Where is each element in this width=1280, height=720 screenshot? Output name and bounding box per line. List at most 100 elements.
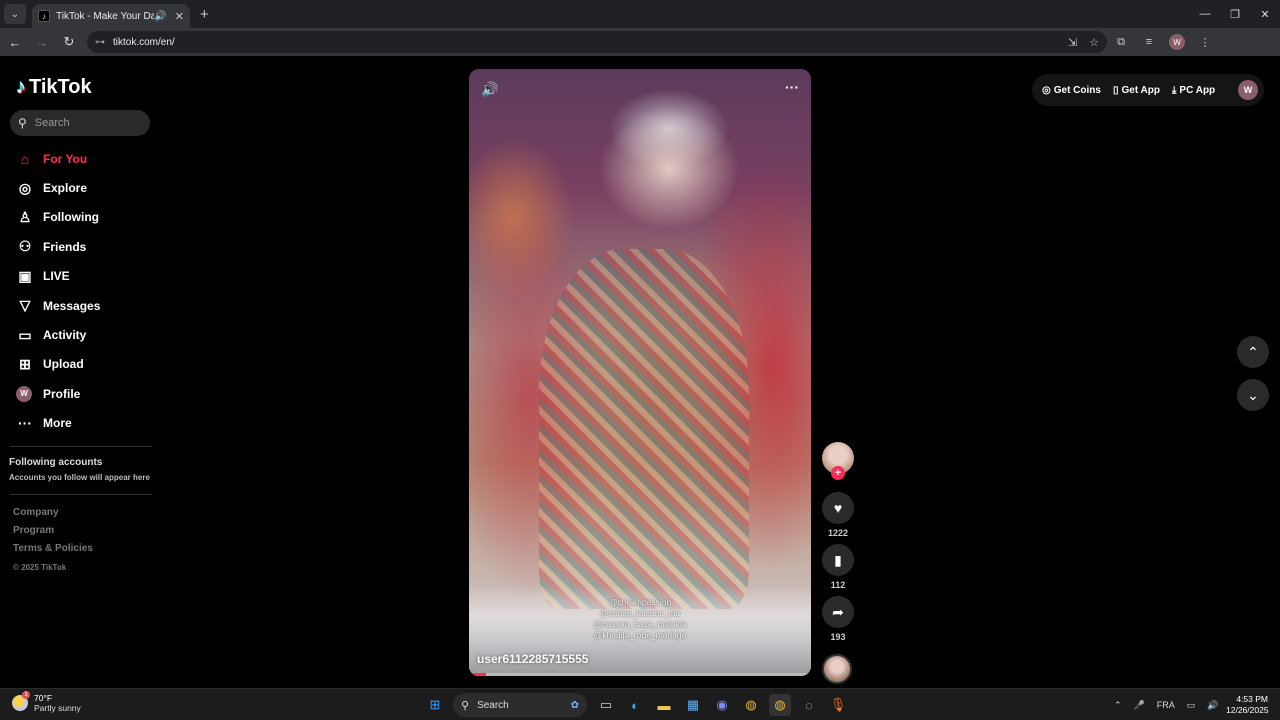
chevron-up-icon: ⌃: [1247, 343, 1259, 360]
taskbar-apps: ⊞ ⚲ Search ✿ ▭ ◐ ▬ ▦ ◉ ◍ ◍ ◌ 🎙: [424, 692, 856, 718]
video-player[interactable]: 🔊 ··· @cheikhpassion @sanae_taleanc_ma @…: [469, 69, 811, 676]
app-icon[interactable]: ◌: [798, 694, 820, 716]
next-video-button[interactable]: ⌄: [1237, 379, 1269, 411]
edge-icon[interactable]: ◐: [624, 694, 646, 716]
save-button[interactable]: ▮: [822, 544, 854, 576]
footer-links: Company Program Terms & Policies © 2025 …: [13, 507, 93, 577]
search-highlight-icon: ✿: [570, 699, 579, 711]
chrome-profile-icon[interactable]: ◍: [769, 694, 791, 716]
like-count: 1222: [827, 528, 849, 538]
sidebar-item-activity[interactable]: ▭ Activity: [0, 320, 160, 349]
weather-widget[interactable]: 1 70°F Partly sunny: [12, 691, 81, 713]
save-count: 112: [830, 580, 846, 590]
extensions-icon[interactable]: ⧉: [1107, 30, 1135, 54]
network-icon[interactable]: ▭: [1187, 700, 1196, 711]
browser-tab[interactable]: ♪ TikTok - Make Your Day 🔊 ✕: [32, 4, 190, 28]
media-control-icon[interactable]: ≡: [1135, 30, 1163, 54]
get-coins-button[interactable]: ◎ Get Coins: [1042, 85, 1101, 96]
sidebar-item-messages[interactable]: ▽ Messages: [0, 291, 160, 320]
music-disc-icon[interactable]: [822, 654, 852, 684]
sidebar-item-label: Messages: [43, 298, 101, 313]
sidebar-item-explore[interactable]: ◎ Explore: [0, 173, 160, 202]
like-button[interactable]: ♥: [822, 492, 854, 524]
footer-link-program[interactable]: Program: [13, 525, 93, 543]
sidebar-item-for-you[interactable]: ⌂ For You: [0, 144, 160, 173]
previous-video-button[interactable]: ⌃: [1237, 336, 1269, 368]
tab-audio-icon[interactable]: 🔊: [154, 11, 166, 22]
browser-menu-icon[interactable]: ⋮: [1191, 30, 1219, 54]
taskbar-clock[interactable]: 4:53 PM 12/26/2025: [1226, 694, 1269, 716]
file-explorer-icon[interactable]: ▬: [653, 694, 675, 716]
follow-plus-icon[interactable]: +: [831, 466, 845, 480]
microphone-app-icon[interactable]: 🎙: [827, 694, 849, 716]
url-text: tiktok.com/en/: [113, 36, 175, 48]
sidebar-nav: ⌂ For You ◎ Explore ♙ Following ⚇ Friend…: [0, 144, 160, 438]
back-button[interactable]: ←: [3, 30, 27, 54]
sidebar-item-label: Profile: [43, 386, 81, 401]
omnibox[interactable]: ⊶ tiktok.com/en/ ⇲ ☆: [87, 31, 1107, 53]
author-avatar[interactable]: +: [822, 442, 854, 480]
taskbar-search[interactable]: ⚲ Search ✿: [453, 693, 587, 717]
overlay-line: @cheikhpassion: [608, 597, 672, 607]
minimize-button[interactable]: —: [1190, 0, 1220, 28]
sidebar-divider: [9, 446, 152, 447]
windows-taskbar: 1 70°F Partly sunny ⊞ ⚲ Search ✿ ▭ ◐ ▬ ▦…: [0, 688, 1280, 720]
restore-button[interactable]: ❐: [1220, 0, 1250, 28]
sidebar-item-profile[interactable]: W Profile: [0, 379, 160, 408]
search-icon: ⚲: [18, 116, 27, 130]
profile-avatar: W: [16, 385, 32, 402]
tiktok-logo[interactable]: ♪ TikTok: [16, 76, 92, 99]
sidebar-item-friends[interactable]: ⚇ Friends: [0, 232, 160, 261]
store-icon[interactable]: ▦: [682, 694, 704, 716]
share-count: 193: [830, 632, 846, 642]
close-window-button[interactable]: ✕: [1250, 0, 1280, 28]
tray-overflow-icon[interactable]: ⌃: [1114, 700, 1122, 711]
bookmark-star-icon[interactable]: ☆: [1089, 36, 1099, 49]
copyright: © 2025 TikTok: [13, 563, 67, 572]
compass-icon: ◎: [18, 179, 32, 196]
tiktok-page: ♪ TikTok ⚲ Search ⌂ For You ◎ Explore ♙ …: [0, 56, 1280, 688]
chrome-icon[interactable]: ◍: [740, 694, 762, 716]
browser-profile[interactable]: W: [1163, 30, 1191, 54]
partly-sunny-icon: 1: [12, 691, 30, 711]
browser-tab-bar: ⌄ ♪ TikTok - Make Your Day 🔊 ✕ + — ❐ ✕: [0, 0, 1280, 28]
more-options-icon[interactable]: ···: [785, 79, 799, 95]
language-indicator[interactable]: FRA: [1157, 700, 1175, 710]
share-button[interactable]: ➦: [822, 596, 854, 628]
discord-icon[interactable]: ◉: [711, 694, 733, 716]
overlay-line: @sanae_taleanc_ma: [599, 608, 681, 618]
sidebar-item-following[interactable]: ♙ Following: [0, 203, 160, 232]
video-username[interactable]: user6112285715555: [477, 652, 588, 666]
forward-button[interactable]: →: [30, 30, 54, 54]
user-avatar[interactable]: W: [1238, 80, 1258, 100]
pc-app-button[interactable]: ⤓ PC App: [1172, 85, 1215, 96]
microphone-icon[interactable]: 🎤: [1134, 700, 1145, 711]
sidebar-item-label: More: [43, 416, 72, 431]
weather-temperature: 70°F: [34, 693, 53, 703]
sidebar-item-upload[interactable]: ⊞ Upload: [0, 350, 160, 379]
volume-icon[interactable]: 🔊: [481, 81, 498, 98]
following-accounts-title: Following accounts: [9, 457, 103, 468]
speaker-icon[interactable]: 🔊: [1207, 700, 1218, 711]
tab-close-icon[interactable]: ✕: [175, 10, 184, 23]
following-accounts-subtitle: Accounts you follow will appear here: [9, 473, 150, 482]
footer-link-terms[interactable]: Terms & Policies: [13, 543, 93, 561]
window-controls: — ❐ ✕: [1190, 0, 1280, 28]
footer-link-company[interactable]: Company: [13, 507, 93, 525]
pc-app-label: PC App: [1179, 84, 1216, 96]
windows-start-icon[interactable]: ⊞: [424, 694, 446, 716]
task-view-icon[interactable]: ▭: [595, 694, 617, 716]
get-app-button[interactable]: ▯ Get App: [1113, 85, 1160, 96]
share-arrow-icon: ➦: [832, 603, 844, 620]
search-input[interactable]: ⚲ Search: [10, 110, 150, 136]
sidebar-item-more[interactable]: ··· More: [0, 409, 160, 438]
top-right-actions: ◎ Get Coins ▯ Get App ⤓ PC App W: [1032, 74, 1264, 106]
install-app-icon[interactable]: ⇲: [1068, 36, 1077, 49]
new-tab-button[interactable]: +: [200, 6, 209, 23]
tab-list-button[interactable]: ⌄: [4, 4, 26, 24]
site-info-icon[interactable]: ⊶: [95, 37, 105, 48]
video-progress-bar[interactable]: [469, 673, 811, 676]
sidebar-item-live[interactable]: ▣ LIVE: [0, 262, 160, 291]
get-coins-label: Get Coins: [1053, 84, 1101, 96]
reload-button[interactable]: ↻: [57, 30, 81, 54]
